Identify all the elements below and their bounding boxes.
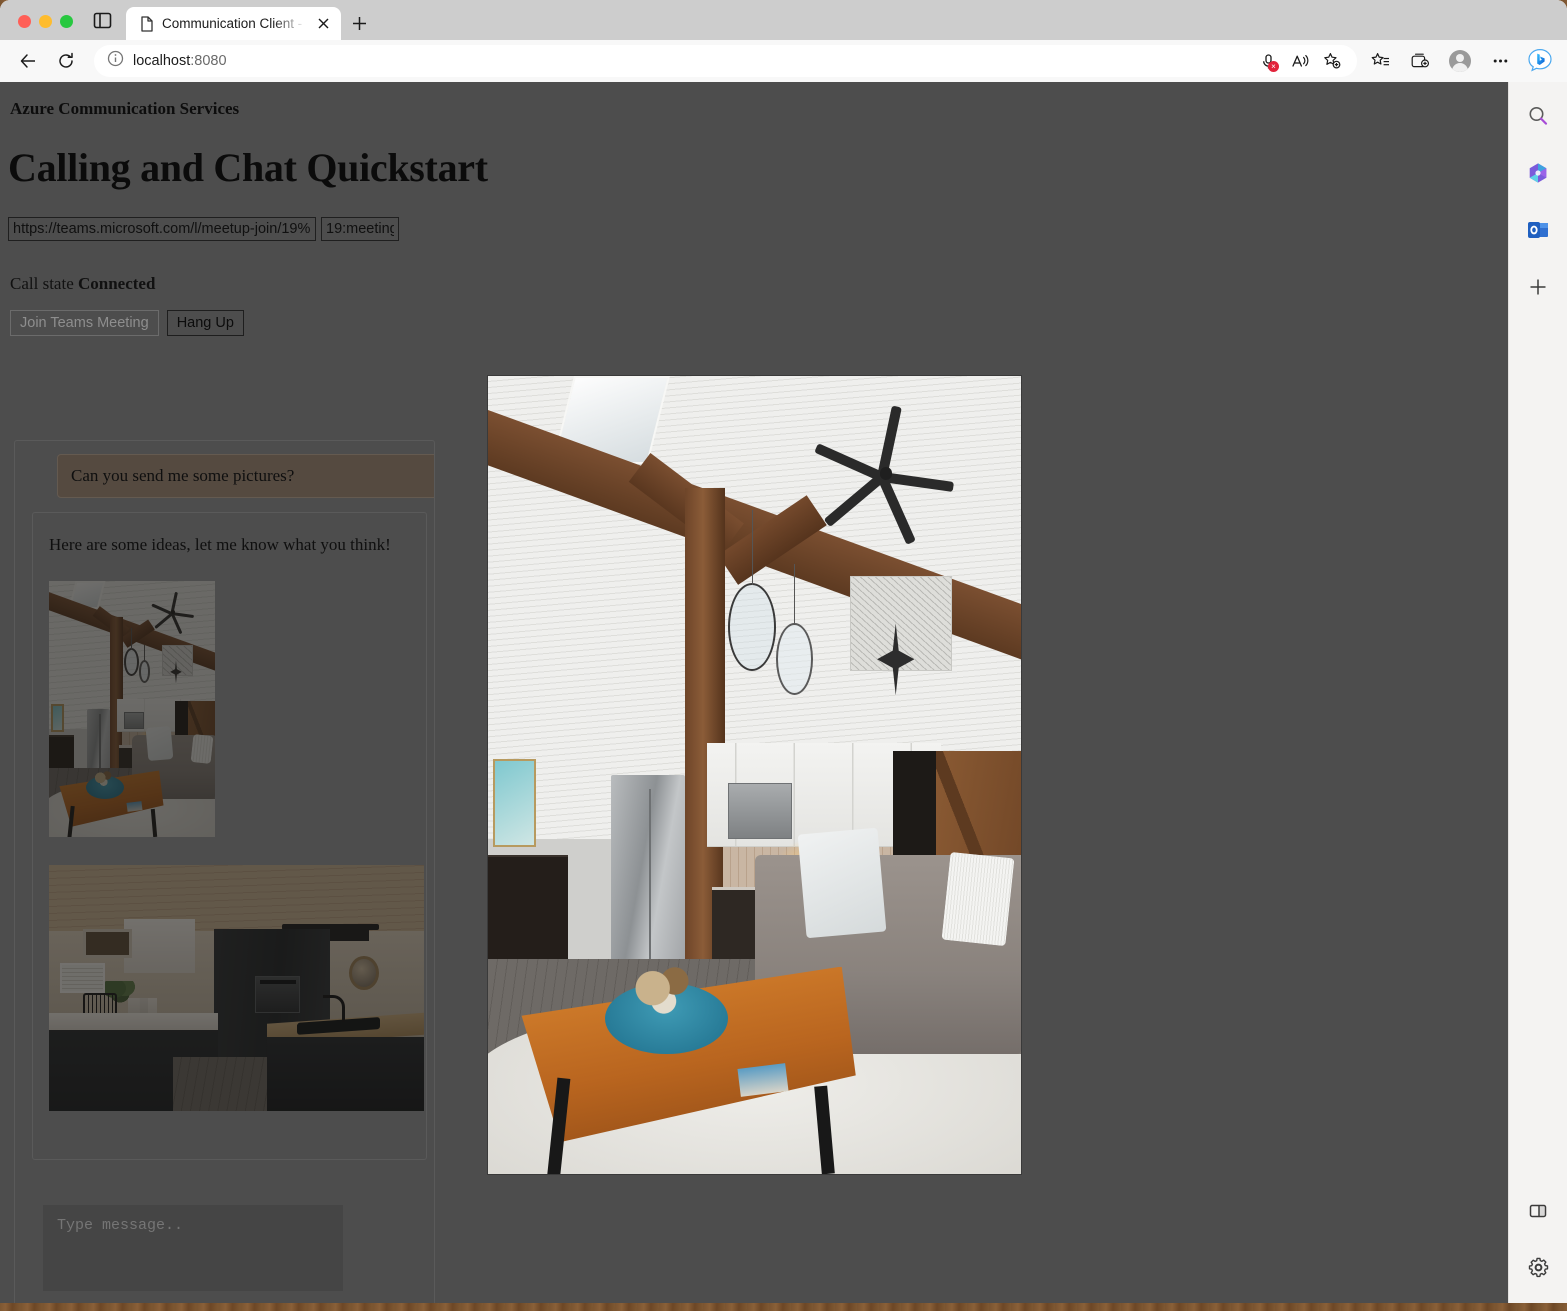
favorites-icon[interactable] bbox=[1363, 45, 1397, 77]
thread-id-input[interactable] bbox=[321, 217, 399, 241]
call-controls: Join Teams Meeting Hang Up bbox=[10, 310, 1508, 336]
close-window-button[interactable] bbox=[18, 15, 31, 28]
outlook-icon[interactable] bbox=[1518, 210, 1558, 250]
address-bar: localhost:8080 × bbox=[0, 40, 1567, 82]
minimize-window-button[interactable] bbox=[39, 15, 52, 28]
hang-up-button[interactable]: Hang Up bbox=[166, 310, 244, 336]
omnibox-actions: × bbox=[1253, 47, 1347, 75]
microsoft-365-icon[interactable] bbox=[1518, 153, 1558, 193]
living-room-vaulted-ceiling-thumbnail[interactable] bbox=[49, 581, 215, 837]
call-state-value: Connected bbox=[77, 274, 156, 293]
chat-message-received: Can you send me some pictures? bbox=[57, 454, 434, 498]
call-state-text: Call state Connected bbox=[10, 274, 1508, 294]
chat-panel: Can you send me some pictures? Here are … bbox=[14, 440, 435, 1303]
window-controls bbox=[0, 15, 85, 40]
collections-icon[interactable] bbox=[1403, 45, 1437, 77]
chat-message-list: Can you send me some pictures? Here are … bbox=[15, 441, 434, 1160]
add-favorite-icon[interactable] bbox=[1317, 47, 1347, 75]
add-site-icon[interactable] bbox=[1518, 267, 1558, 307]
sidebar-settings-icon[interactable] bbox=[1518, 1247, 1558, 1287]
chat-message-sent: Here are some ideas, let me know what yo… bbox=[32, 512, 427, 1160]
browser-tab[interactable]: Communication Client - Calling bbox=[126, 7, 341, 40]
close-tab-icon[interactable] bbox=[313, 14, 333, 34]
profile-avatar[interactable] bbox=[1443, 45, 1477, 77]
split-screen-icon[interactable] bbox=[1518, 1191, 1558, 1231]
edge-sidebar bbox=[1508, 82, 1567, 1303]
page-viewport: Azure Communication Services Calling and… bbox=[0, 82, 1567, 1303]
search-icon[interactable] bbox=[1518, 96, 1558, 136]
address-input[interactable]: localhost:8080 × bbox=[94, 45, 1357, 77]
room-scene-art-large bbox=[488, 376, 1021, 1174]
tab-list-icon[interactable] bbox=[85, 11, 126, 40]
browser-window: Communication Client - Calling localhost… bbox=[0, 0, 1567, 1303]
microphone-muted-icon[interactable]: × bbox=[1253, 47, 1283, 75]
avatar bbox=[1449, 50, 1471, 72]
settings-and-more-icon[interactable] bbox=[1483, 45, 1517, 77]
tab-title: Communication Client - Calling bbox=[162, 16, 305, 31]
acs-brand-heading: Azure Communication Services bbox=[10, 99, 240, 118]
read-aloud-icon[interactable] bbox=[1285, 47, 1315, 75]
chat-message-sent-text: Here are some ideas, let me know what yo… bbox=[49, 535, 391, 554]
ceiling-fan-icon bbox=[813, 405, 955, 545]
message-input[interactable] bbox=[43, 1205, 343, 1291]
page-favicon bbox=[140, 15, 154, 32]
modern-dark-kitchen-thumbnail[interactable] bbox=[49, 865, 424, 1111]
ceiling-fan-icon bbox=[150, 591, 195, 635]
room-scene-art bbox=[49, 581, 215, 837]
copilot-bing-icon[interactable] bbox=[1523, 45, 1557, 77]
living-room-preview-image[interactable] bbox=[487, 375, 1022, 1175]
site-info-icon[interactable] bbox=[107, 50, 124, 72]
back-button[interactable] bbox=[12, 45, 44, 77]
kitchen-scene-art bbox=[49, 865, 424, 1111]
acs-quickstart-page: Azure Communication Services Calling and… bbox=[0, 82, 1508, 1303]
chat-composer: Send bbox=[15, 1205, 434, 1303]
address-text: localhost:8080 bbox=[133, 53, 227, 69]
mute-badge: × bbox=[1268, 61, 1279, 72]
meeting-inputs-row bbox=[8, 217, 1508, 241]
call-state-label: Call state bbox=[10, 274, 74, 293]
maximize-window-button[interactable] bbox=[60, 15, 73, 28]
page-title: Calling and Chat Quickstart bbox=[8, 145, 488, 190]
reload-button[interactable] bbox=[50, 45, 82, 77]
tab-strip: Communication Client - Calling bbox=[0, 0, 1567, 40]
join-teams-meeting-button[interactable]: Join Teams Meeting bbox=[10, 310, 159, 336]
meeting-link-input[interactable] bbox=[8, 217, 316, 241]
new-tab-button[interactable] bbox=[341, 7, 377, 40]
